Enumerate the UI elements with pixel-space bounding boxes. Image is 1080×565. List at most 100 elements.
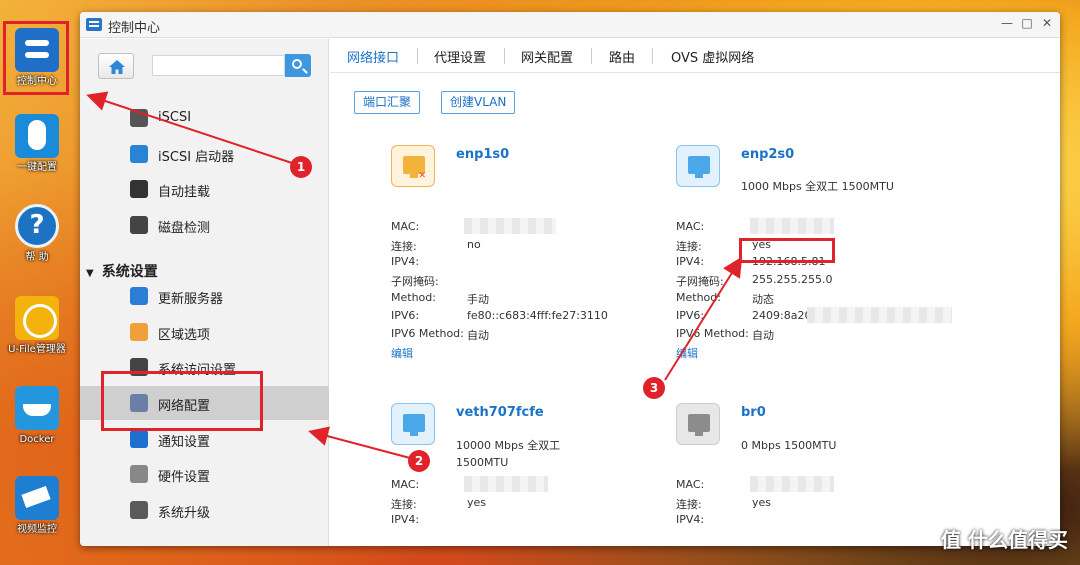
desktop-label: Docker [19, 434, 55, 445]
link-label: 连接: [391, 240, 417, 253]
home-button[interactable] [98, 53, 134, 79]
mac-label: MAC: [391, 478, 420, 491]
desktop-help[interactable]: ? 帮 助 [4, 204, 70, 264]
ipv6-method-value: 自动 [467, 329, 489, 342]
tab-bar: 网络接口 代理设置 网关配置 路由 OVS 虚拟网络 [330, 39, 1060, 73]
minimize-button[interactable]: — [1000, 16, 1014, 30]
annotation-badge-2: 2 [408, 450, 430, 472]
one-click-config-icon [15, 114, 59, 158]
interface-speed: 10000 Mbps 全双工 [456, 439, 561, 452]
tab-route[interactable]: 路由 [609, 47, 635, 66]
sidebar-item-upgrade[interactable]: 系统升级 [80, 493, 329, 527]
wrench-icon [130, 465, 148, 483]
disconnected-icon: ✕ [418, 171, 426, 181]
port-shape [688, 156, 710, 178]
annotation-box-control-center [3, 21, 69, 95]
ipv6-value: fe80::c683:4fff:fe27:3110 [467, 309, 608, 322]
desktop-one-click-config[interactable]: 一键配置 [4, 114, 70, 174]
interface-mtu: 1500MTU [456, 456, 509, 469]
link-value: yes [752, 496, 772, 509]
desktop-ufile-manager[interactable]: U-File管理器 [4, 296, 70, 356]
sidebar-item-iscsi[interactable]: iSCSI [80, 101, 329, 135]
interface-speed: 1000 Mbps 全双工 1500MTU [741, 180, 894, 193]
tab-divider [504, 48, 505, 64]
mac-label: MAC: [391, 220, 420, 233]
ipv4-label: IPV4: [391, 255, 420, 268]
ipv6-method-label: IPV6 Method: [391, 327, 464, 340]
window-controls: — □ ✕ [1000, 16, 1054, 30]
interface-name[interactable]: enp2s0 [741, 147, 794, 162]
ethernet-port-icon: ✕ [391, 145, 435, 187]
window-title: 控制中心 [108, 21, 161, 36]
interface-name[interactable]: veth707fcfe [456, 405, 544, 420]
ipv6-label: IPV6: [676, 309, 705, 322]
annotation-box-ipv4 [739, 238, 835, 263]
group-label: 系统设置 [101, 264, 158, 280]
sidebar-item-disk-check[interactable]: 磁盘检测 [80, 208, 329, 242]
ethernet-port-icon [676, 403, 720, 445]
maximize-button[interactable]: □ [1020, 16, 1034, 30]
mac-redacted [464, 476, 548, 492]
interface-name[interactable]: br0 [741, 405, 766, 420]
desktop-docker[interactable]: Docker [4, 386, 70, 446]
mac-redacted [750, 476, 834, 492]
link-label: 连接: [391, 498, 417, 511]
edit-link[interactable]: 编辑 [391, 345, 413, 361]
sidebar-item-label: 区域选项 [158, 328, 211, 343]
mask-label: 子网掩码: [676, 275, 724, 288]
method-label: Method: [391, 291, 436, 304]
sidebar-item-label: iSCSI 启动器 [158, 150, 235, 165]
tab-ovs[interactable]: OVS 虚拟网络 [671, 47, 754, 66]
mask-label: 子网掩码: [391, 275, 439, 288]
ipv4-label: IPV4: [676, 513, 705, 526]
desktop-label: 视频监控 [17, 524, 57, 535]
ethernet-port-icon [391, 403, 435, 445]
iscsi-initiator-icon [130, 145, 148, 163]
link-label: 连接: [676, 498, 702, 511]
docker-icon [15, 386, 59, 430]
sidebar-item-label: 更新服务器 [158, 292, 224, 307]
port-aggregate-button[interactable]: 端口汇聚 [354, 91, 421, 114]
sidebar-item-region[interactable]: 区域选项 [80, 315, 329, 349]
globe-icon [130, 501, 148, 519]
desktop-label: 一键配置 [17, 162, 57, 173]
sidebar-item-label: 系统升级 [158, 506, 211, 521]
ipv6-method-value: 自动 [752, 329, 774, 342]
control-center-window: 控制中心 — □ ✕ iSCSI iSCSI 启动器 自动挂载 磁盘检测 ▼ 系… [80, 12, 1060, 546]
iscsi-icon [130, 109, 148, 127]
close-button[interactable]: ✕ [1040, 16, 1054, 30]
search-input[interactable] [152, 55, 285, 76]
interface-name[interactable]: enp1s0 [456, 147, 509, 162]
link-value: no [467, 238, 481, 251]
ipv4-label: IPV4: [391, 513, 420, 526]
edit-link[interactable]: 编辑 [676, 345, 698, 361]
tab-proxy[interactable]: 代理设置 [434, 47, 486, 66]
desktop-label: U-File管理器 [8, 344, 66, 355]
mac-label: MAC: [676, 478, 705, 491]
method-value: 手动 [467, 293, 489, 306]
desktop-video-surveillance[interactable]: 视频监控 [4, 476, 70, 536]
sidebar-group-system-settings[interactable]: ▼ 系统设置 [86, 261, 158, 281]
ufile-manager-icon [15, 296, 59, 340]
tab-network-interface[interactable]: 网络接口 [347, 47, 399, 66]
mask-value: 255.255.255.0 [752, 273, 833, 286]
notification-icon [130, 430, 148, 448]
port-shape [403, 414, 425, 436]
ipv6-method-label: IPV6 Method: [676, 327, 749, 340]
sidebar-item-hardware[interactable]: 硬件设置 [80, 457, 329, 491]
main-panel: 网络接口 代理设置 网关配置 路由 OVS 虚拟网络 端口汇聚 创建VLAN ✕… [330, 39, 1060, 546]
title-bar[interactable]: 控制中心 — □ ✕ [80, 12, 1060, 38]
sidebar-item-auto-mount[interactable]: 自动挂载 [80, 172, 329, 206]
sidebar-item-label: 通知设置 [158, 435, 211, 450]
sidebar-item-label: 自动挂载 [158, 185, 211, 200]
tab-gateway[interactable]: 网关配置 [521, 47, 573, 66]
annotation-badge-3: 3 [643, 377, 665, 399]
ipv6-label: IPV6: [391, 309, 420, 322]
sidebar-item-update-server[interactable]: 更新服务器 [80, 279, 329, 313]
home-icon [109, 60, 125, 74]
create-vlan-button[interactable]: 创建VLAN [441, 91, 516, 114]
region-icon [130, 323, 148, 341]
interface-speed: 0 Mbps 1500MTU [741, 439, 837, 452]
watermark: 值 什么值得买 [941, 528, 1068, 552]
search-button[interactable] [285, 54, 311, 77]
